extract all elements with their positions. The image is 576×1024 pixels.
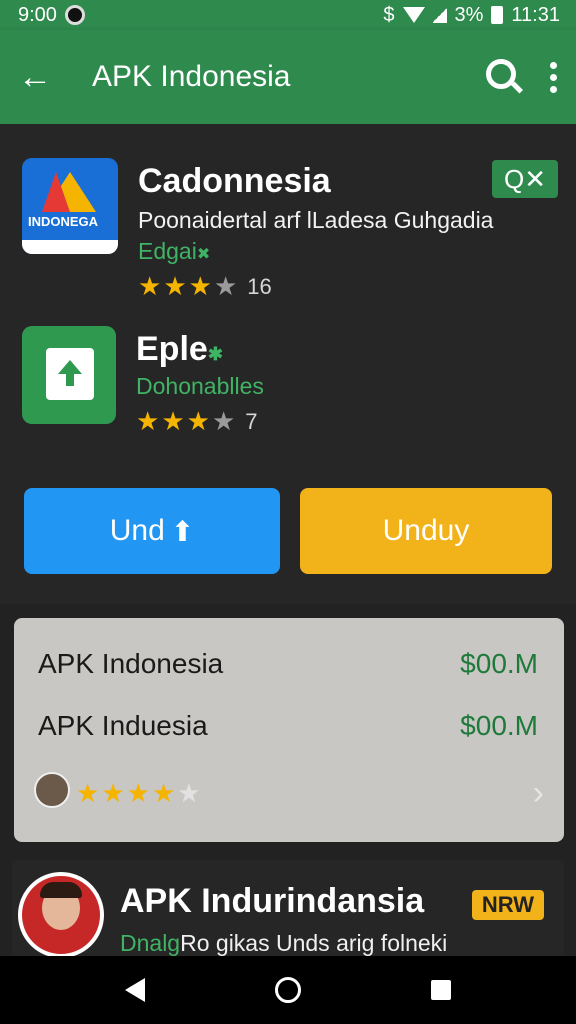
star-rating: ★ ★ ★ ★ 16 xyxy=(138,271,493,302)
avatar xyxy=(18,872,104,958)
navigation-bar xyxy=(0,956,576,1024)
app-description: Dohonablles xyxy=(136,373,264,399)
app-name: Eple✱ xyxy=(136,330,223,368)
nav-home-icon[interactable] xyxy=(275,977,301,1003)
dollar-icon: $ xyxy=(383,3,395,26)
listing-price: $00.M xyxy=(460,648,538,679)
star-icon: ★ xyxy=(101,778,125,808)
star-icon: ★ xyxy=(138,271,162,301)
status-right: $ 3% 11:31 xyxy=(383,4,560,27)
app-description: Poonaidertal arf lLadesa Guhgadia xyxy=(138,207,494,233)
back-arrow-icon[interactable]: ← xyxy=(18,58,58,97)
featured-subtitle: DnalgRo gikas Unds arig folneki xyxy=(120,930,448,956)
star-icon: ★ xyxy=(136,406,160,436)
app-name: Cadonnesia xyxy=(138,162,331,200)
featured-card[interactable]: APK Indurindansia NRW DnalgRo gikas Unds… xyxy=(12,860,564,970)
page-title: APK Indonesia xyxy=(92,60,291,93)
star-icon: ★ xyxy=(76,778,100,808)
star-icon: ★ xyxy=(177,778,201,808)
star-rating: ★ ★ ★ ★ 7 xyxy=(136,406,264,437)
listing-card[interactable]: APK Indonesia $00.M APK Induesia $00.M ★… xyxy=(14,618,564,842)
star-icon: ★ xyxy=(151,778,176,808)
star-icon: ★ xyxy=(211,406,236,436)
nav-back-icon[interactable] xyxy=(125,978,145,1002)
star-icon: ★ xyxy=(213,271,238,301)
star-icon: ★ xyxy=(161,406,185,436)
search-icon[interactable] xyxy=(482,55,526,99)
listing-name: APK Indonesia xyxy=(38,648,224,679)
avatar xyxy=(34,772,70,808)
battery-icon xyxy=(491,6,504,24)
app-info: Cadonnesia Poonaidertal arf lLadesa Guhg… xyxy=(138,158,493,302)
status-clock: 11:31 xyxy=(511,3,560,26)
star-icon: ★ xyxy=(163,271,187,301)
unduh-button[interactable]: Unduy xyxy=(300,488,552,574)
record-icon xyxy=(64,5,85,25)
star-rating: ★★★★★ xyxy=(76,776,203,810)
star-icon: ★ xyxy=(126,778,150,808)
status-left: 9:00 xyxy=(18,4,85,27)
nav-recents-icon[interactable] xyxy=(431,980,451,1000)
indonesia-app-icon: INDONEGA xyxy=(22,158,118,254)
signal-icon xyxy=(432,7,447,23)
app-category: Edgai✖ xyxy=(138,238,211,264)
app-bar: ← APK Indonesia xyxy=(0,30,576,124)
featured-title: APK Indurindansia xyxy=(120,882,425,920)
status-time: 9:00 xyxy=(18,3,57,26)
app-item-cadonnesia[interactable]: INDONEGA Cadonnesia Poonaidertal arf lLa… xyxy=(22,158,493,302)
app-item-eple[interactable]: Eple✱ Dohonablles ★ ★ ★ ★ 7 xyxy=(22,326,264,437)
new-badge: NRW xyxy=(472,890,544,920)
battery-percent: 3% xyxy=(454,3,484,26)
chevron-right-icon[interactable]: › xyxy=(533,774,544,813)
rating-count: 16 xyxy=(247,273,272,299)
rating-count: 7 xyxy=(245,408,258,434)
star-icon: ★ xyxy=(186,406,210,436)
app-info: Eple✱ Dohonablles ★ ★ ★ ★ 7 xyxy=(136,326,264,437)
apps-panel: INDONEGA Cadonnesia Poonaidertal arf lLa… xyxy=(0,124,576,604)
upload-arrow-icon: ⬆ xyxy=(170,515,195,547)
star-icon: ★ xyxy=(188,271,212,301)
listing-price: $00.M xyxy=(460,710,538,741)
upload-icon xyxy=(22,326,116,424)
more-vert-icon[interactable] xyxy=(548,61,558,93)
download-button[interactable]: Und ⬆ xyxy=(24,488,280,574)
status-bar: 9:00 $ 3% 11:31 xyxy=(0,0,576,30)
listing-name: APK Induesia xyxy=(38,710,208,741)
qx-badge[interactable]: Q✕ xyxy=(492,160,558,198)
wifi-icon xyxy=(402,7,425,23)
